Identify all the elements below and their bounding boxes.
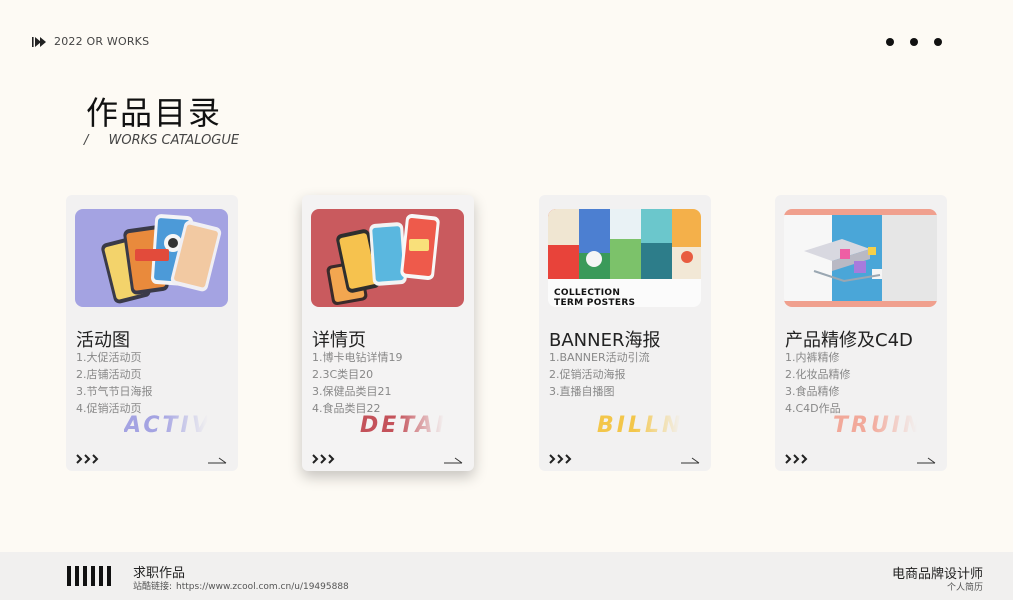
- card-banner-list: 1.BANNER活动引流 2.促销活动海报 3.直播自播图: [549, 349, 650, 400]
- dot-icon: [934, 38, 942, 46]
- card-retouch[interactable]: 产品精修及C4D 1.内裤精修 2.化妆品精修 3.食品精修 4.C4D作品 T…: [775, 195, 947, 471]
- subtitle-text: WORKS CATALOGUE: [108, 133, 240, 148]
- list-item: 1.博卡电钻详情19: [312, 351, 403, 364]
- card-retouch-image: [784, 209, 937, 307]
- chevrons-icon: [549, 449, 575, 468]
- footer-link[interactable]: 站酷链接: https://www.zcool.com.cn/u/19495888: [133, 579, 353, 592]
- list-item: 2.促销活动海报: [549, 368, 626, 381]
- page-title: 作品目录: [86, 94, 223, 132]
- list-item: 3.食品精修: [785, 385, 840, 398]
- dot-icon: [910, 38, 918, 46]
- card-banner[interactable]: COLLECTION TERM POSTERS BANNER海报 1.BANNE…: [539, 195, 711, 471]
- list-item: 3.保健品类目21: [312, 385, 392, 398]
- list-item: 3.直播自播图: [549, 385, 615, 398]
- arrow-right-icon[interactable]: [443, 450, 463, 469]
- arrow-right-icon[interactable]: [680, 450, 700, 469]
- list-item: 2.店铺活动页: [76, 368, 142, 381]
- list-item: 3.节气节日海报: [76, 385, 153, 398]
- arrow-right-icon[interactable]: [916, 450, 936, 469]
- card-activity-watermark: ACTIVITY: [124, 413, 208, 438]
- list-item: 1.BANNER活动引流: [549, 351, 650, 364]
- card-retouch-watermark: TRUING: [833, 413, 917, 438]
- list-item: 2.化妆品精修: [785, 368, 851, 381]
- card-detail-list: 1.博卡电钻详情19 2.3C类目20 3.保健品类目21 4.食品类目22: [312, 349, 403, 417]
- list-item: 1.内裤精修: [785, 351, 840, 364]
- list-item: 1.大促活动页: [76, 351, 142, 364]
- card-banner-watermark: BILLNOTE: [597, 413, 681, 438]
- more-menu[interactable]: [886, 38, 942, 46]
- card-banner-image: COLLECTION TERM POSTERS: [548, 209, 701, 307]
- card-detail[interactable]: 详情页 1.博卡电钻详情19 2.3C类目20 3.保健品类目21 4.食品类目…: [302, 195, 474, 471]
- card-activity[interactable]: 活动图 1.大促活动页 2.店铺活动页 3.节气节日海报 4.促销活动页 ACT…: [66, 195, 238, 471]
- footer-link-label: 站酷链接:: [133, 582, 173, 592]
- card-activity-image: [75, 209, 228, 307]
- card-activity-list: 1.大促活动页 2.店铺活动页 3.节气节日海报 4.促销活动页: [76, 349, 153, 417]
- chevrons-icon: [312, 449, 338, 468]
- card-retouch-list: 1.内裤精修 2.化妆品精修 3.食品精修 4.C4D作品: [785, 349, 851, 417]
- list-item: 2.3C类目20: [312, 368, 374, 381]
- top-tag-text: 2022 OR WORKS: [54, 35, 150, 48]
- barcode-icon: [67, 566, 115, 590]
- arrow-right-icon[interactable]: [207, 450, 227, 469]
- banner-caption-1: COLLECTION: [554, 288, 621, 298]
- dot-icon: [886, 38, 894, 46]
- footer-link-url[interactable]: https://www.zcool.com.cn/u/19495888: [176, 582, 349, 592]
- banner-caption-2: TERM POSTERS: [554, 298, 636, 307]
- chevrons-icon: [785, 449, 811, 468]
- subtitle-slash: /: [84, 133, 89, 148]
- card-detail-watermark: DETAIL: [360, 413, 444, 438]
- top-tag: 2022 OR WORKS: [32, 35, 149, 48]
- chevrons-icon: [76, 449, 102, 468]
- footer: 求职作品 站酷链接: https://www.zcool.com.cn/u/194…: [0, 552, 1013, 600]
- page-subtitle: / WORKS CATALOGUE: [84, 133, 239, 148]
- card-detail-image: [311, 209, 464, 307]
- fast-forward-icon: [32, 36, 48, 47]
- footer-resume: 个人简历: [946, 583, 983, 593]
